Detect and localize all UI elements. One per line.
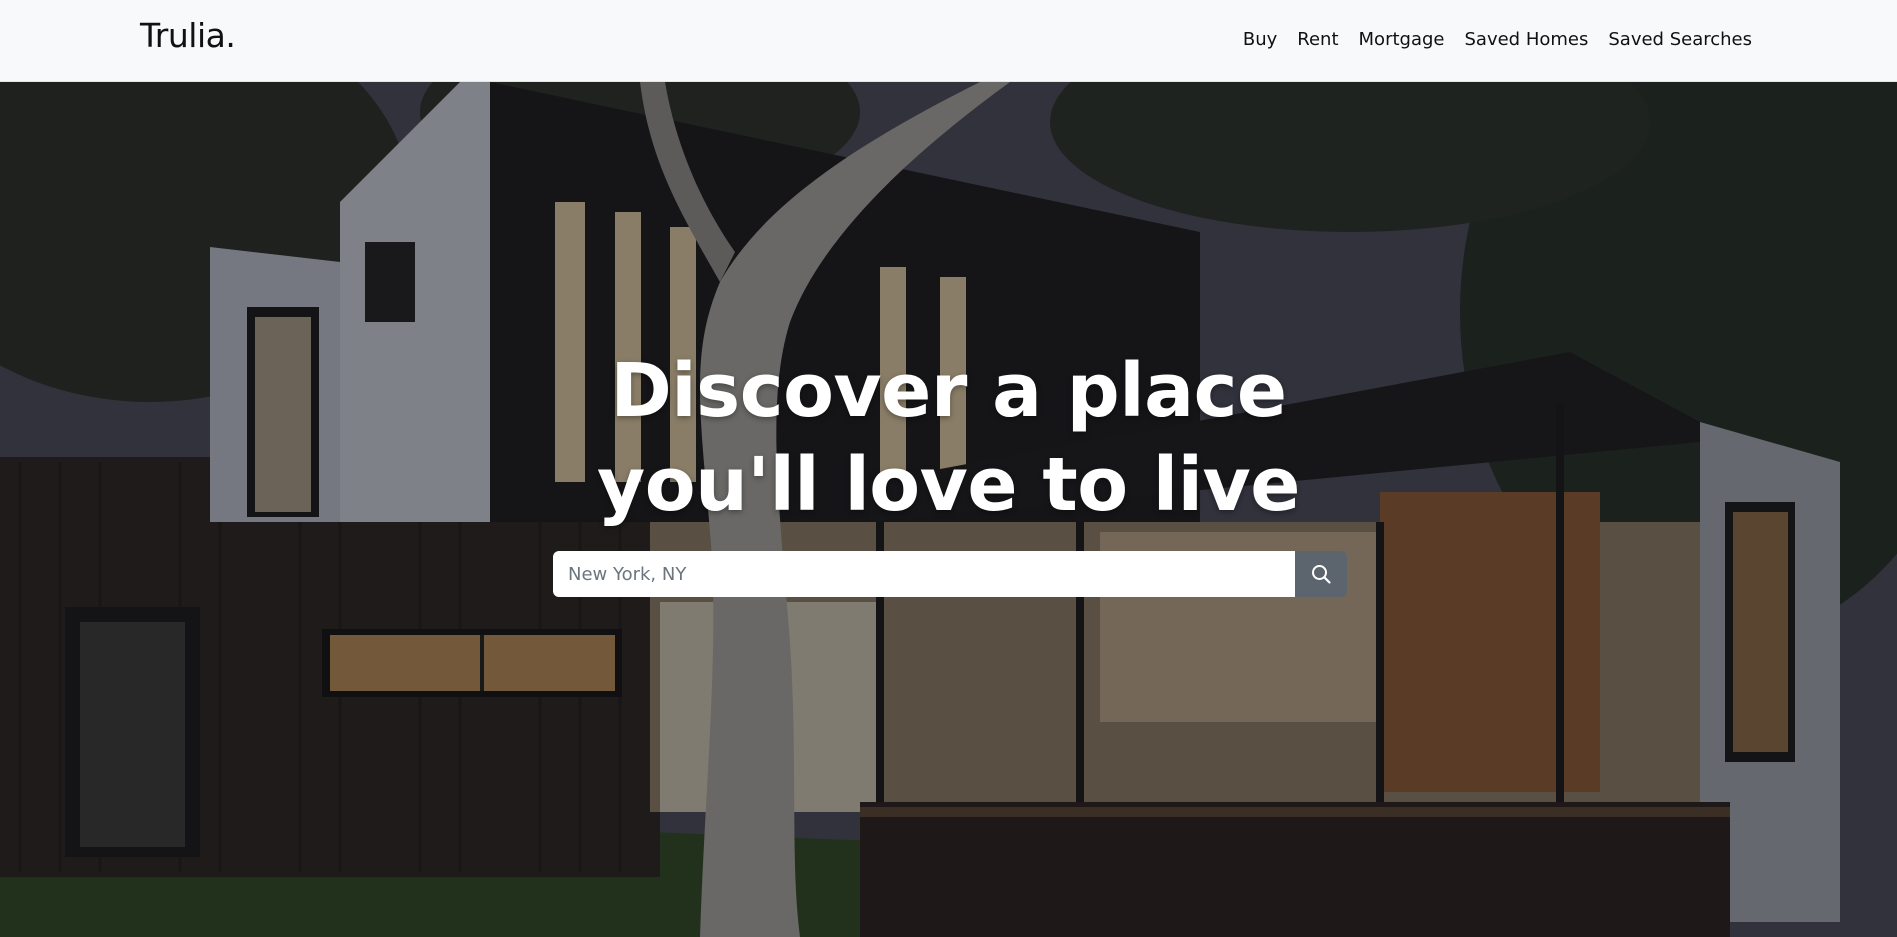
nav-link-buy[interactable]: Buy [1243,29,1277,50]
nav-links: Buy Rent Mortgage Saved Homes Saved Sear… [1243,29,1752,50]
location-search-form [553,551,1347,597]
nav-link-saved-searches[interactable]: Saved Searches [1608,29,1752,50]
search-icon [1312,565,1331,584]
hero-headline: Discover a place you'll love to live [0,344,1897,532]
brand-logo[interactable]: Trulia. [140,16,236,55]
headline-line-1: Discover a place [610,348,1287,434]
location-search-input[interactable] [553,551,1295,597]
top-navbar: Trulia. Buy Rent Mortgage Saved Homes Sa… [0,0,1897,82]
search-button[interactable] [1295,551,1347,597]
nav-link-rent[interactable]: Rent [1297,29,1338,50]
hero-section: Discover a place you'll love to live [0,82,1897,937]
nav-link-saved-homes[interactable]: Saved Homes [1465,29,1589,50]
headline-line-2: you'll love to live [597,442,1300,528]
nav-link-mortgage[interactable]: Mortgage [1359,29,1445,50]
